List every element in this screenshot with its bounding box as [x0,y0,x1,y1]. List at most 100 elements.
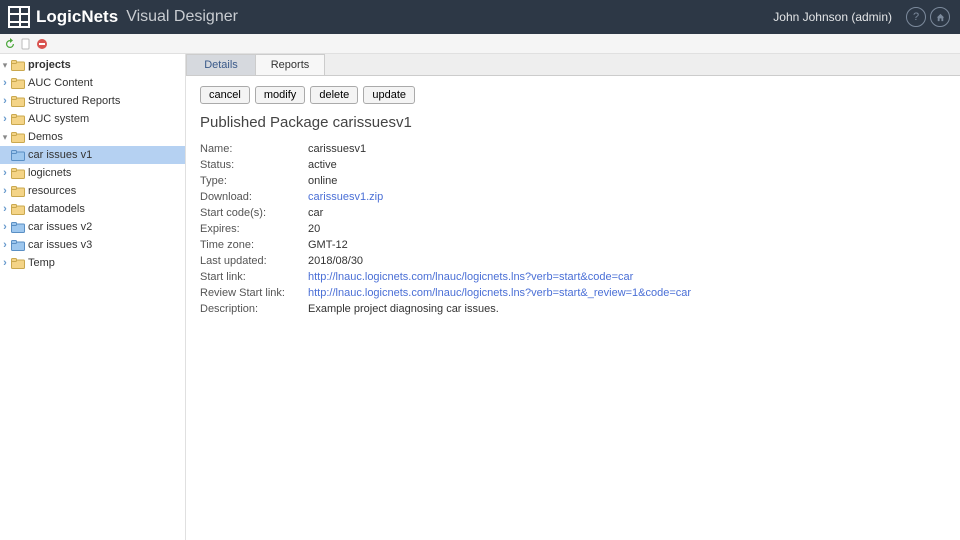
details-content: cancel modify delete update Published Pa… [186,76,960,327]
tree-item-label: datamodels [28,201,85,217]
folder-icon [11,168,25,179]
project-toolbar [0,34,960,54]
arrow-right-icon[interactable]: › [0,111,10,127]
tree-item[interactable]: › resources [0,183,185,199]
tree-item[interactable]: › datamodels [0,201,185,217]
tree-item[interactable]: › car issues v2 [0,219,185,235]
page-title: Published Package carissuesv1 [200,114,946,131]
brand-name: LogicNets [36,7,118,27]
folder-icon [11,240,25,251]
tree-item[interactable]: › AUC system [0,111,185,127]
table-row: Name:carissuesv1 [200,141,697,157]
arrow-right-icon[interactable]: › [0,75,10,91]
field-label: Status: [200,157,308,173]
arrow-right-icon[interactable]: › [0,165,10,181]
home-icon[interactable] [930,7,950,27]
update-button[interactable]: update [363,86,415,104]
tree-item[interactable]: ▾ Demos [0,129,185,145]
details-table: Name:carissuesv1Status:activeType:online… [200,141,697,317]
table-row: Status:active [200,157,697,173]
delete-button[interactable]: delete [310,86,358,104]
field-label: Start code(s): [200,205,308,221]
product-name: Visual Designer [126,8,238,26]
modify-button[interactable]: modify [255,86,305,104]
field-value: GMT-12 [308,237,697,253]
field-label: Description: [200,301,308,317]
tree-item[interactable]: › car issues v3 [0,237,185,253]
field-label: Time zone: [200,237,308,253]
folder-icon [11,258,25,269]
field-label: Expires: [200,221,308,237]
folder-icon [11,222,25,233]
tree-item-label: AUC system [28,111,89,127]
arrow-right-icon[interactable]: › [0,183,10,199]
tree-item-label: Structured Reports [28,93,120,109]
tree-root-label: projects [28,57,71,73]
arrow-right-icon[interactable]: › [0,93,10,109]
tree-item-label: car issues v2 [28,219,92,235]
tab-details[interactable]: Details [186,54,256,75]
field-value: carissuesv1 [308,141,697,157]
field-label: Start link: [200,269,308,285]
table-row: Start link:http://lnauc.logicnets.com/ln… [200,269,697,285]
help-icon[interactable]: ? [906,7,926,27]
arrow-right-icon[interactable]: › [0,237,10,253]
action-buttons: cancel modify delete update [200,86,946,104]
logo-icon [8,6,30,28]
table-row: Description:Example project diagnosing c… [200,301,697,317]
tree-item[interactable]: › Temp [0,255,185,271]
user-label: John Johnson (admin) [773,10,892,24]
tab-bar: DetailsReports [186,54,960,76]
folder-icon [11,132,25,143]
delete-icon[interactable] [36,38,48,50]
field-value[interactable]: http://lnauc.logicnets.com/lnauc/logicne… [308,285,697,301]
tree-root[interactable]: ▾ projects [0,57,185,73]
arrow-right-icon[interactable]: › [0,219,10,235]
field-value: active [308,157,697,173]
field-label: Name: [200,141,308,157]
folder-icon [11,114,25,125]
table-row: Time zone:GMT-12 [200,237,697,253]
field-label: Type: [200,173,308,189]
field-value: 2018/08/30 [308,253,697,269]
table-row: Type:online [200,173,697,189]
folder-icon [11,78,25,89]
field-value[interactable]: http://lnauc.logicnets.com/lnauc/logicne… [308,269,697,285]
new-doc-icon[interactable] [20,38,32,50]
arrow-right-icon[interactable]: › [0,255,10,271]
tree-item-label: car issues v3 [28,237,92,253]
tree-item[interactable]: car issues v1 [0,147,185,163]
folder-open-icon [11,60,25,71]
main-panel: DetailsReports cancel modify delete upda… [186,54,960,540]
field-label: Last updated: [200,253,308,269]
tree-item[interactable]: › logicnets [0,165,185,181]
arrow-down-icon[interactable]: ▾ [0,57,10,73]
folder-icon [11,204,25,215]
field-label: Review Start link: [200,285,308,301]
arrow-right-icon[interactable]: › [0,201,10,217]
folder-icon [11,150,25,161]
tree-item-label: car issues v1 [28,147,92,163]
tree-item-label: AUC Content [28,75,93,91]
table-row: Expires:20 [200,221,697,237]
cancel-button[interactable]: cancel [200,86,250,104]
tree-item[interactable]: › AUC Content [0,75,185,91]
table-row: Last updated:2018/08/30 [200,253,697,269]
table-row: Start code(s):car [200,205,697,221]
refresh-icon[interactable] [4,38,16,50]
field-label: Download: [200,189,308,205]
field-value[interactable]: carissuesv1.zip [308,189,697,205]
field-value: car [308,205,697,221]
tab-reports[interactable]: Reports [255,54,325,75]
tree-item[interactable]: › Structured Reports [0,93,185,109]
field-value: Example project diagnosing car issues. [308,301,697,317]
field-value: 20 [308,221,697,237]
app-header: LogicNets Visual Designer John Johnson (… [0,0,960,34]
tree-item-label: resources [28,183,76,199]
tree-item-label: Temp [28,255,55,271]
tree-item-label: Demos [28,129,63,145]
arrow-down-icon[interactable]: ▾ [0,129,10,145]
tree-item-label: logicnets [28,165,71,181]
table-row: Download:carissuesv1.zip [200,189,697,205]
table-row: Review Start link:http://lnauc.logicnets… [200,285,697,301]
